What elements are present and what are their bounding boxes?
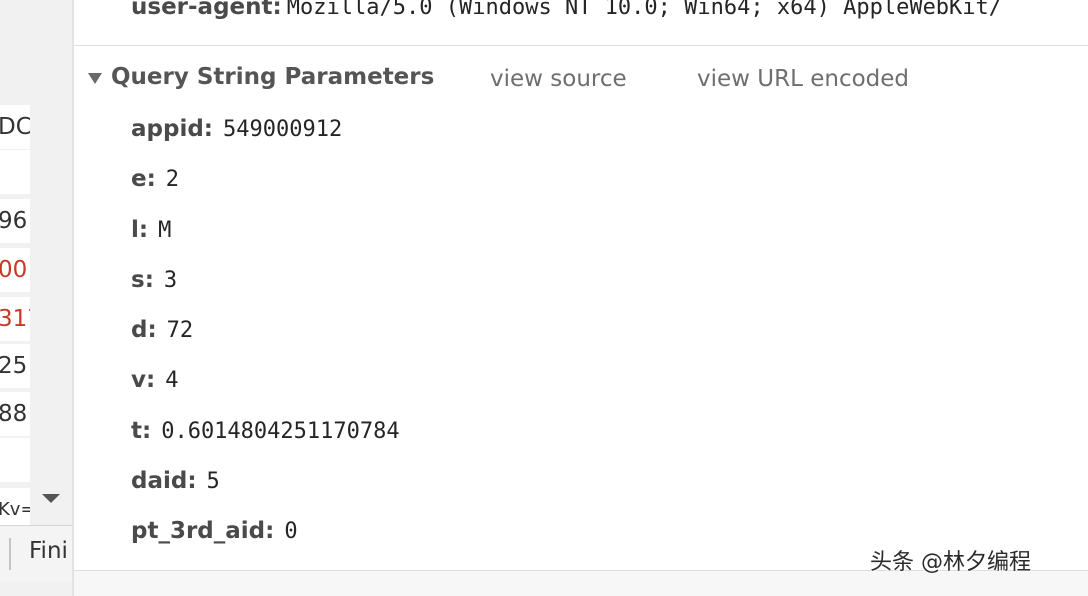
headers-panel: user-agent: Mozilla/5.0 (Windows NT 10.0… [74, 0, 1088, 596]
section-title[interactable]: Query String Parameters [111, 64, 434, 90]
param-key: appid: [131, 116, 213, 142]
query-param-row: d: 72 [131, 317, 193, 351]
request-list-item-error[interactable]: 317 [0, 297, 30, 341]
view-source-link[interactable]: view source [490, 66, 627, 92]
param-value: 3 [163, 268, 178, 293]
collapse-triangle-icon[interactable] [88, 73, 102, 84]
watermark: 头条 @林夕编程 [870, 550, 1031, 575]
devtools-network-view: DC 96 00 317 25 88 Kv= Fini user-agent: … [0, 0, 1088, 596]
query-param-row: s: 3 [131, 267, 177, 301]
param-key: pt_3rd_aid: [131, 518, 275, 544]
param-key: s: [131, 267, 154, 293]
param-value: 5 [206, 469, 220, 494]
view-url-encoded-link[interactable]: view URL encoded [697, 66, 909, 92]
param-value: 0.6014804251170784 [161, 419, 400, 444]
request-list-item[interactable]: 96 [0, 199, 30, 243]
request-list-item[interactable]: 88 [0, 392, 30, 436]
request-list-item-blank[interactable] [0, 438, 30, 482]
request-list-item[interactable]: DC [0, 105, 30, 149]
status-label: Fini [29, 538, 68, 564]
param-key: daid: [131, 468, 197, 494]
query-param-row: l: M [131, 217, 171, 251]
query-param-row: v: 4 [131, 367, 178, 401]
param-value: 549000912 [223, 117, 343, 142]
param-key: d: [131, 317, 157, 343]
request-list-item-error[interactable]: 00 [0, 248, 30, 292]
param-value: 4 [165, 368, 179, 393]
user-agent-header-row: user-agent: Mozilla/5.0 (Windows NT 10.0… [131, 0, 1002, 30]
param-key: e: [131, 166, 156, 192]
param-value: 2 [165, 167, 180, 192]
query-param-row: t: 0.6014804251170784 [131, 418, 400, 452]
param-value: M [158, 218, 172, 243]
status-divider [9, 538, 11, 570]
request-list-panel: DC 96 00 317 25 88 Kv= Fini [0, 0, 74, 596]
param-value: 0 [284, 519, 298, 544]
section-divider [74, 45, 1088, 46]
header-key: user-agent: [131, 0, 282, 20]
query-param-row: appid: 549000912 [131, 116, 342, 150]
query-param-row: pt_3rd_aid: 0 [131, 518, 298, 552]
param-key: v: [131, 367, 156, 393]
request-list-item-blank[interactable] [0, 150, 30, 194]
query-param-row: e: 2 [131, 166, 179, 200]
status-bar: Fini [0, 525, 74, 581]
param-key: t: [131, 418, 152, 444]
param-value: 72 [166, 318, 194, 343]
query-param-row: daid: 5 [131, 468, 220, 502]
dropdown-arrow-icon[interactable] [42, 494, 60, 503]
request-list-item[interactable]: 25 [0, 344, 30, 388]
header-value: Mozilla/5.0 (Windows NT 10.0; Win64; x64… [286, 0, 1003, 20]
param-key: l: [131, 217, 149, 243]
